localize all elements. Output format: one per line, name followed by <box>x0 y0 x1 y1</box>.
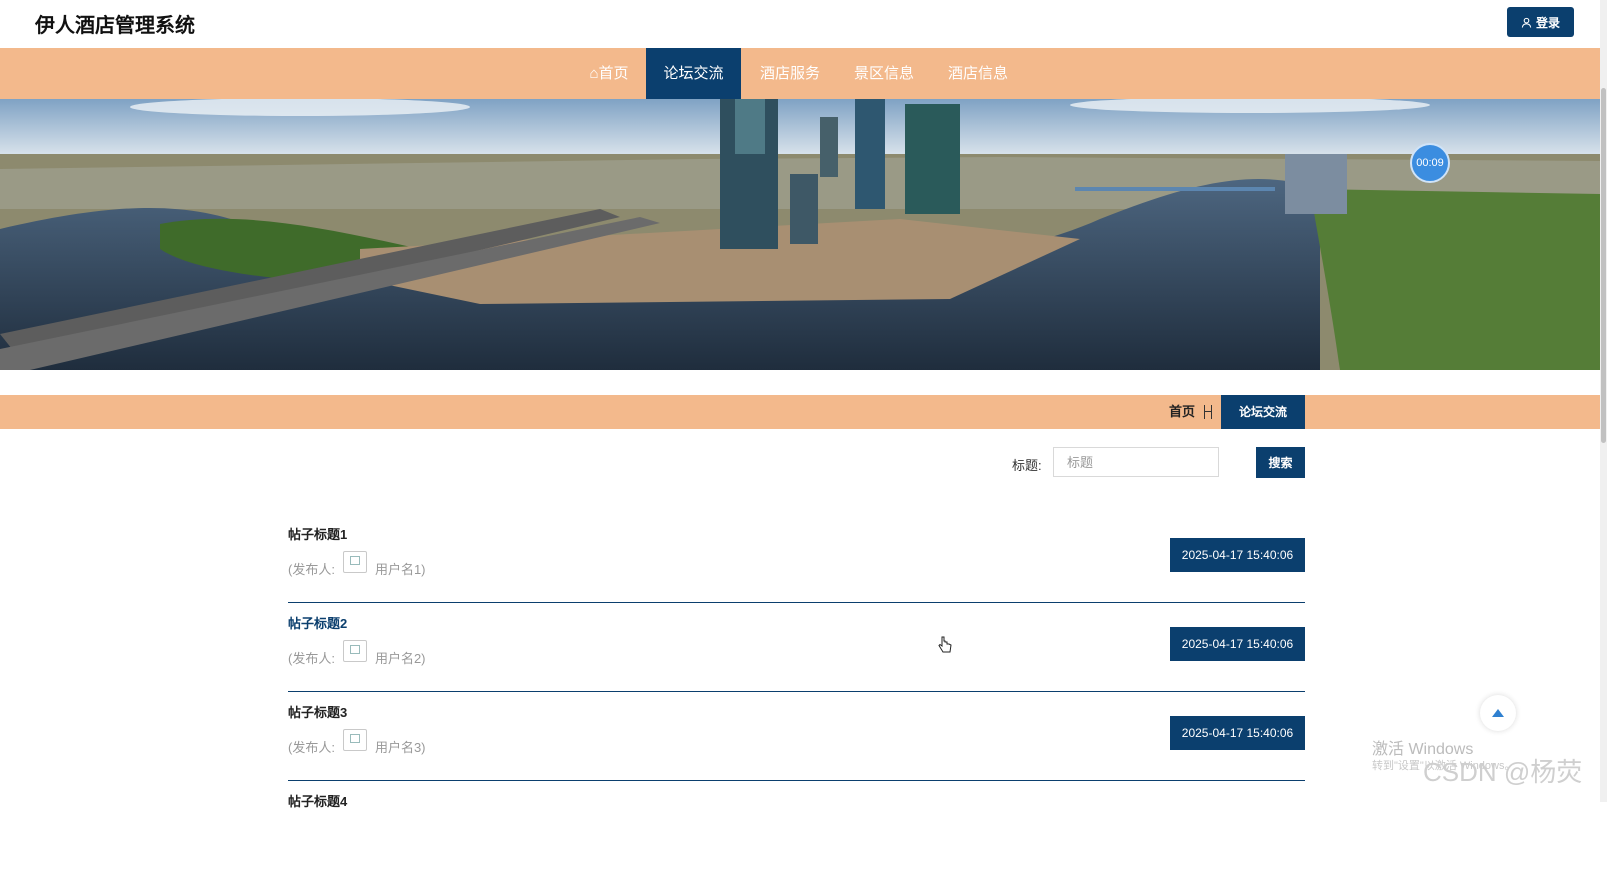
csdn-watermark: CSDN @杨荧 <box>1423 757 1583 787</box>
publisher-label: (发布人: <box>288 650 335 666</box>
post-meta: (发布人: 用户名3) <box>288 729 426 757</box>
user-icon <box>1521 17 1532 28</box>
nav-item-hotel-info[interactable]: 酒店信息 <box>938 48 1018 99</box>
list-item[interactable]: 帖子标题2 (发布人: 用户名2) 2025-04-17 15:40:06 <box>288 613 1305 692</box>
banner-image <box>0 99 1600 370</box>
nav-item-scenic-info[interactable]: 景区信息 <box>844 48 924 99</box>
scrollbar-thumb[interactable] <box>1601 88 1606 443</box>
list-item[interactable]: 帖子标题3 (发布人: 用户名3) 2025-04-17 15:40:06 <box>288 702 1305 781</box>
post-time-badge: 2025-04-17 15:40:06 <box>1170 627 1305 661</box>
post-time-badge: 2025-04-17 15:40:06 <box>1170 716 1305 750</box>
post-title[interactable]: 帖子标题3 <box>288 702 347 721</box>
main-nav: ⌂首页 论坛交流 酒店服务 景区信息 酒店信息 <box>0 48 1600 99</box>
avatar <box>342 551 367 573</box>
breadcrumb: 首页 论坛交流 <box>0 395 1600 429</box>
post-time-badge: 2025-04-17 15:40:06 <box>1170 538 1305 572</box>
timer-badge: 00:09 <box>1410 143 1450 183</box>
post-meta: (发布人: 用户名1) <box>288 551 426 579</box>
search-label: 标题: <box>1012 458 1042 473</box>
list-item[interactable]: 帖子标题4 <box>288 791 1305 869</box>
breadcrumb-current: 论坛交流 <box>1221 395 1305 429</box>
list-item[interactable]: 帖子标题1 (发布人: 用户名1) 2025-04-17 15:40:06 <box>288 524 1305 603</box>
nav-item-hotel-service[interactable]: 酒店服务 <box>750 48 830 99</box>
search-input[interactable] <box>1053 447 1219 477</box>
top-header: 伊人酒店管理系统 登录 <box>0 0 1607 48</box>
publisher-label: (发布人: <box>288 561 335 577</box>
publisher-name: 用户名3) <box>374 739 426 755</box>
login-label: 登录 <box>1535 15 1560 30</box>
post-title[interactable]: 帖子标题2 <box>288 613 347 632</box>
publisher-name: 用户名1) <box>374 561 426 577</box>
avatar <box>342 640 367 662</box>
nav-item-forum[interactable]: 论坛交流 <box>646 48 741 99</box>
avatar <box>342 729 367 751</box>
login-button[interactable]: 登录 <box>1507 7 1574 37</box>
publisher-name: 用户名2) <box>374 650 426 666</box>
hand-cursor-icon <box>938 636 952 653</box>
search-button[interactable]: 搜索 <box>1256 447 1305 478</box>
arrow-up-icon <box>1492 709 1504 717</box>
post-title[interactable]: 帖子标题1 <box>288 524 347 543</box>
breadcrumb-home[interactable]: 首页 <box>1169 395 1195 429</box>
post-title[interactable]: 帖子标题4 <box>288 791 347 810</box>
scroll-top-button[interactable] <box>1480 695 1516 731</box>
post-meta: (发布人: 用户名2) <box>288 640 426 668</box>
site-title: 伊人酒店管理系统 <box>35 15 195 37</box>
breadcrumb-separator-icon <box>1204 405 1212 419</box>
nav-item-home[interactable]: ⌂首页 <box>575 48 643 99</box>
publisher-label: (发布人: <box>288 739 335 755</box>
